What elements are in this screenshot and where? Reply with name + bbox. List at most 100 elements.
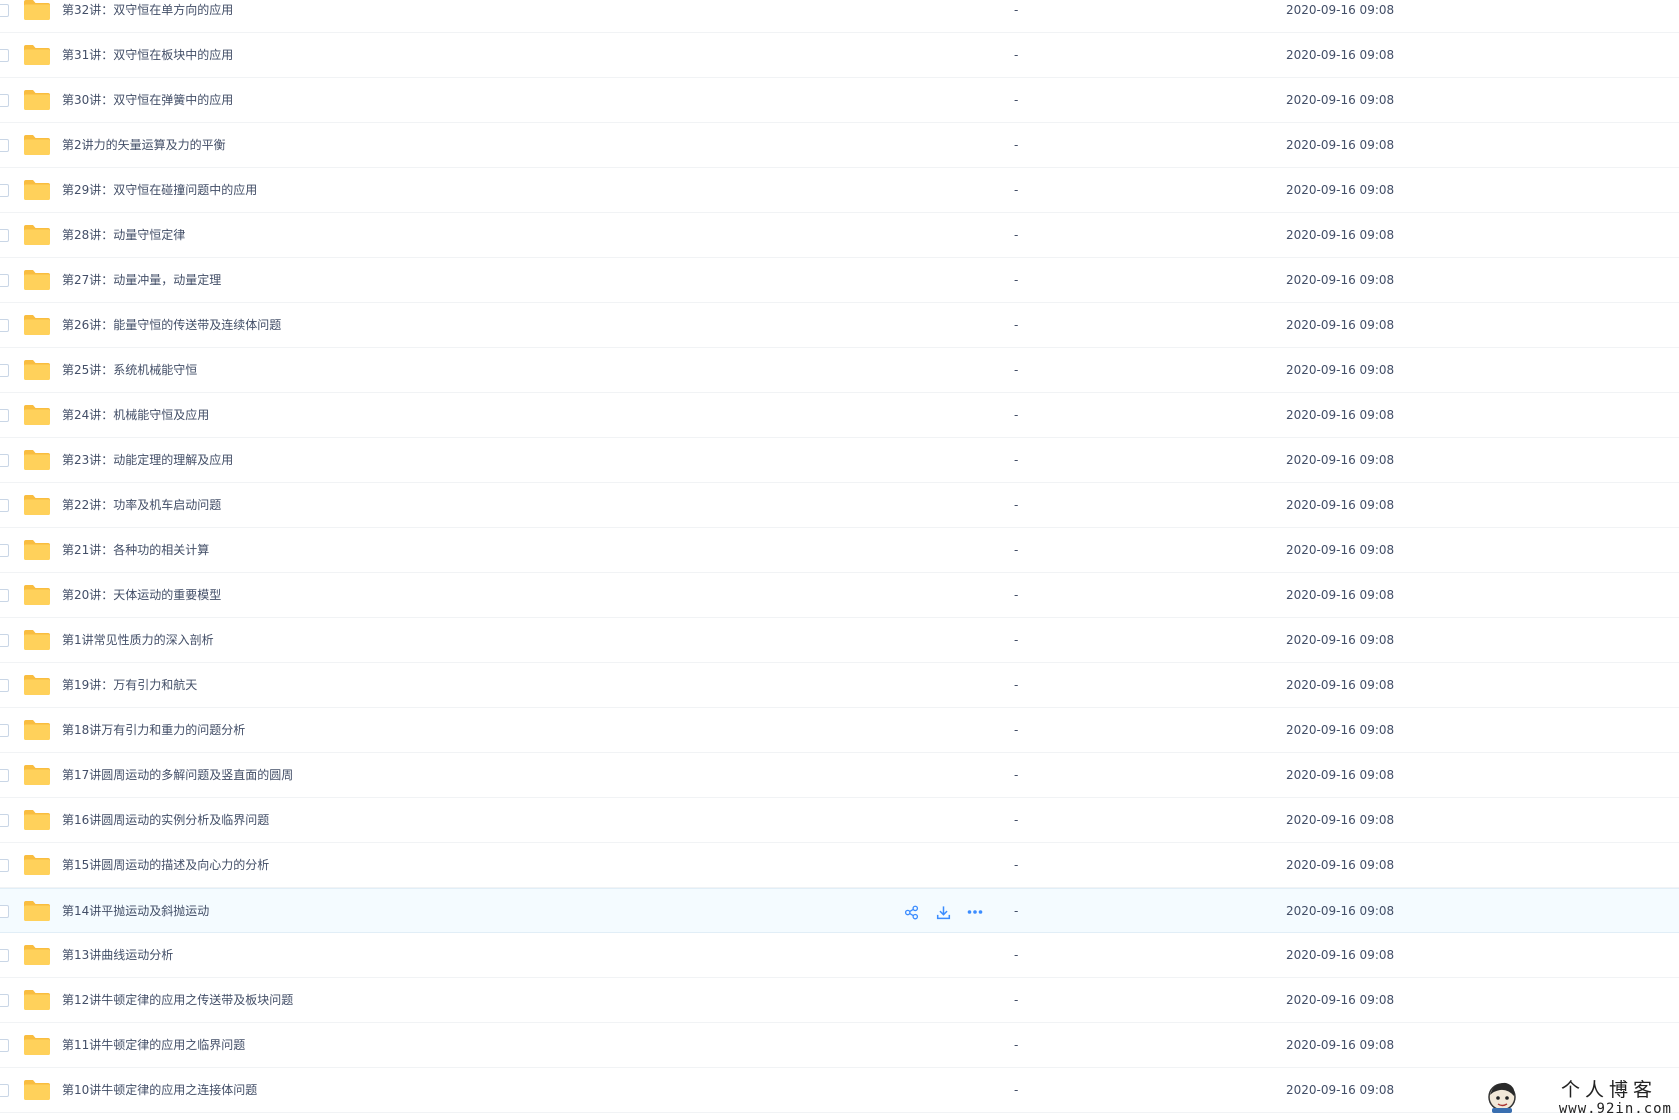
download-icon[interactable] — [932, 901, 954, 923]
file-size: - — [1014, 48, 1019, 62]
table-row[interactable]: 第21讲：各种功的相关计算 - 2020-09-16 09:08 — [0, 528, 1679, 573]
folder-icon — [23, 44, 51, 66]
row-checkbox[interactable] — [0, 949, 9, 962]
row-checkbox[interactable] — [0, 94, 9, 107]
row-checkbox[interactable] — [0, 139, 9, 152]
modified-date: 2020-09-16 09:08 — [1286, 138, 1395, 152]
modified-date: 2020-09-16 09:08 — [1286, 273, 1395, 287]
table-row[interactable]: 第25讲：系统机械能守恒 - 2020-09-16 09:08 — [0, 348, 1679, 393]
more-icon[interactable] — [964, 901, 986, 923]
file-name-link[interactable]: 第32讲：双守恒在单方向的应用 — [62, 0, 233, 33]
file-name-link[interactable]: 第16讲圆周运动的实例分析及临界问题 — [62, 798, 269, 843]
row-checkbox[interactable] — [0, 994, 9, 1007]
file-name-link[interactable]: 第30讲：双守恒在弹簧中的应用 — [62, 78, 233, 123]
row-checkbox[interactable] — [0, 1039, 9, 1052]
folder-icon — [23, 719, 51, 741]
table-row[interactable]: 第31讲：双守恒在板块中的应用 - 2020-09-16 09:08 — [0, 33, 1679, 78]
row-checkbox[interactable] — [0, 499, 9, 512]
folder-icon — [23, 629, 51, 651]
row-checkbox[interactable] — [0, 769, 9, 782]
file-size: - — [1014, 543, 1019, 557]
table-row[interactable]: 第15讲圆周运动的描述及向心力的分析 - 2020-09-16 09:08 — [0, 843, 1679, 888]
file-name-link[interactable]: 第23讲：动能定理的理解及应用 — [62, 438, 233, 483]
table-row[interactable]: 第32讲：双守恒在单方向的应用 - 2020-09-16 09:08 — [0, 0, 1679, 33]
table-row[interactable]: 第12讲牛顿定律的应用之传送带及板块问题 - 2020-09-16 09:08 — [0, 978, 1679, 1023]
row-checkbox[interactable] — [0, 364, 9, 377]
share-icon[interactable] — [900, 901, 922, 923]
table-row[interactable]: 第17讲圆周运动的多解问题及竖直面的圆周 - 2020-09-16 09:08 — [0, 753, 1679, 798]
file-name-link[interactable]: 第31讲：双守恒在板块中的应用 — [62, 33, 233, 78]
row-checkbox[interactable] — [0, 454, 9, 467]
file-name-link[interactable]: 第10讲牛顿定律的应用之连接体问题 — [62, 1068, 257, 1113]
row-checkbox[interactable] — [0, 229, 9, 242]
table-row[interactable]: 第23讲：动能定理的理解及应用 - 2020-09-16 09:08 — [0, 438, 1679, 483]
file-name-link[interactable]: 第27讲：动量冲量，动量定理 — [62, 258, 221, 303]
table-row[interactable]: 第26讲：能量守恒的传送带及连续体问题 - 2020-09-16 09:08 — [0, 303, 1679, 348]
row-checkbox[interactable] — [0, 544, 9, 557]
table-row[interactable]: 第27讲：动量冲量，动量定理 - 2020-09-16 09:08 — [0, 258, 1679, 303]
file-name-link[interactable]: 第19讲：万有引力和航天 — [62, 663, 197, 708]
row-checkbox[interactable] — [0, 814, 9, 827]
row-checkbox[interactable] — [0, 409, 9, 422]
file-name-link[interactable]: 第24讲：机械能守恒及应用 — [62, 393, 209, 438]
table-row[interactable]: 第28讲：动量守恒定律 - 2020-09-16 09:08 — [0, 213, 1679, 258]
row-checkbox[interactable] — [0, 274, 9, 287]
file-name-link[interactable]: 第2讲力的矢量运算及力的平衡 — [62, 123, 226, 168]
file-name-link[interactable]: 第28讲：动量守恒定律 — [62, 213, 185, 258]
modified-date: 2020-09-16 09:08 — [1286, 363, 1395, 377]
folder-icon — [23, 314, 51, 336]
file-name-link[interactable]: 第26讲：能量守恒的传送带及连续体问题 — [62, 303, 281, 348]
file-size: - — [1014, 948, 1019, 962]
table-row[interactable]: 第20讲：天体运动的重要模型 - 2020-09-16 09:08 — [0, 573, 1679, 618]
file-name-link[interactable]: 第13讲曲线运动分析 — [62, 933, 173, 978]
table-row[interactable]: 第19讲：万有引力和航天 - 2020-09-16 09:08 — [0, 663, 1679, 708]
file-name-link[interactable]: 第20讲：天体运动的重要模型 — [62, 573, 221, 618]
file-name-link[interactable]: 第11讲牛顿定律的应用之临界问题 — [62, 1023, 245, 1068]
file-size: - — [1014, 93, 1019, 107]
folder-icon — [23, 179, 51, 201]
row-checkbox[interactable] — [0, 724, 9, 737]
modified-date: 2020-09-16 09:08 — [1286, 993, 1395, 1007]
row-checkbox[interactable] — [0, 634, 9, 647]
file-size: - — [1014, 318, 1019, 332]
file-name-link[interactable]: 第22讲：功率及机车启动问题 — [62, 483, 221, 528]
file-name-link[interactable]: 第17讲圆周运动的多解问题及竖直面的圆周 — [62, 753, 293, 798]
table-row[interactable]: 第14讲平抛运动及斜抛运动 - 2020-09-16 09:08 — [0, 888, 1679, 933]
table-row[interactable]: 第11讲牛顿定律的应用之临界问题 - 2020-09-16 09:08 — [0, 1023, 1679, 1068]
folder-icon — [23, 449, 51, 471]
row-checkbox[interactable] — [0, 49, 9, 62]
folder-icon — [23, 89, 51, 111]
table-row[interactable]: 第24讲：机械能守恒及应用 - 2020-09-16 09:08 — [0, 393, 1679, 438]
file-name-link[interactable]: 第29讲：双守恒在碰撞问题中的应用 — [62, 168, 257, 213]
table-row[interactable]: 第1讲常见性质力的深入剖析 - 2020-09-16 09:08 — [0, 618, 1679, 663]
modified-date: 2020-09-16 09:08 — [1286, 813, 1395, 827]
table-row[interactable]: 第16讲圆周运动的实例分析及临界问题 - 2020-09-16 09:08 — [0, 798, 1679, 843]
row-checkbox[interactable] — [0, 589, 9, 602]
row-checkbox[interactable] — [0, 905, 9, 918]
file-name-link[interactable]: 第1讲常见性质力的深入剖析 — [62, 618, 214, 663]
row-checkbox[interactable] — [0, 679, 9, 692]
file-name-link[interactable]: 第21讲：各种功的相关计算 — [62, 528, 209, 573]
file-name-link[interactable]: 第25讲：系统机械能守恒 — [62, 348, 197, 393]
row-checkbox[interactable] — [0, 859, 9, 872]
row-checkbox[interactable] — [0, 4, 9, 17]
row-checkbox[interactable] — [0, 1084, 9, 1097]
modified-date: 2020-09-16 09:08 — [1286, 723, 1395, 737]
table-row[interactable]: 第29讲：双守恒在碰撞问题中的应用 - 2020-09-16 09:08 — [0, 168, 1679, 213]
table-row[interactable]: 第2讲力的矢量运算及力的平衡 - 2020-09-16 09:08 — [0, 123, 1679, 168]
table-row[interactable]: 第10讲牛顿定律的应用之连接体问题 - 2020-09-16 09:08 — [0, 1068, 1679, 1113]
modified-date: 2020-09-16 09:08 — [1286, 948, 1395, 962]
file-size: - — [1014, 273, 1019, 287]
table-row[interactable]: 第30讲：双守恒在弹簧中的应用 - 2020-09-16 09:08 — [0, 78, 1679, 123]
row-checkbox[interactable] — [0, 184, 9, 197]
table-row[interactable]: 第13讲曲线运动分析 - 2020-09-16 09:08 — [0, 933, 1679, 978]
file-name-link[interactable]: 第12讲牛顿定律的应用之传送带及板块问题 — [62, 978, 293, 1023]
file-name-link[interactable]: 第15讲圆周运动的描述及向心力的分析 — [62, 843, 269, 888]
file-name-link[interactable]: 第18讲万有引力和重力的问题分析 — [62, 708, 245, 753]
file-name-link[interactable]: 第14讲平抛运动及斜抛运动 — [62, 889, 209, 934]
row-checkbox[interactable] — [0, 319, 9, 332]
file-size: - — [1014, 138, 1019, 152]
table-row[interactable]: 第22讲：功率及机车启动问题 - 2020-09-16 09:08 — [0, 483, 1679, 528]
file-size: - — [1014, 1083, 1019, 1097]
table-row[interactable]: 第18讲万有引力和重力的问题分析 - 2020-09-16 09:08 — [0, 708, 1679, 753]
